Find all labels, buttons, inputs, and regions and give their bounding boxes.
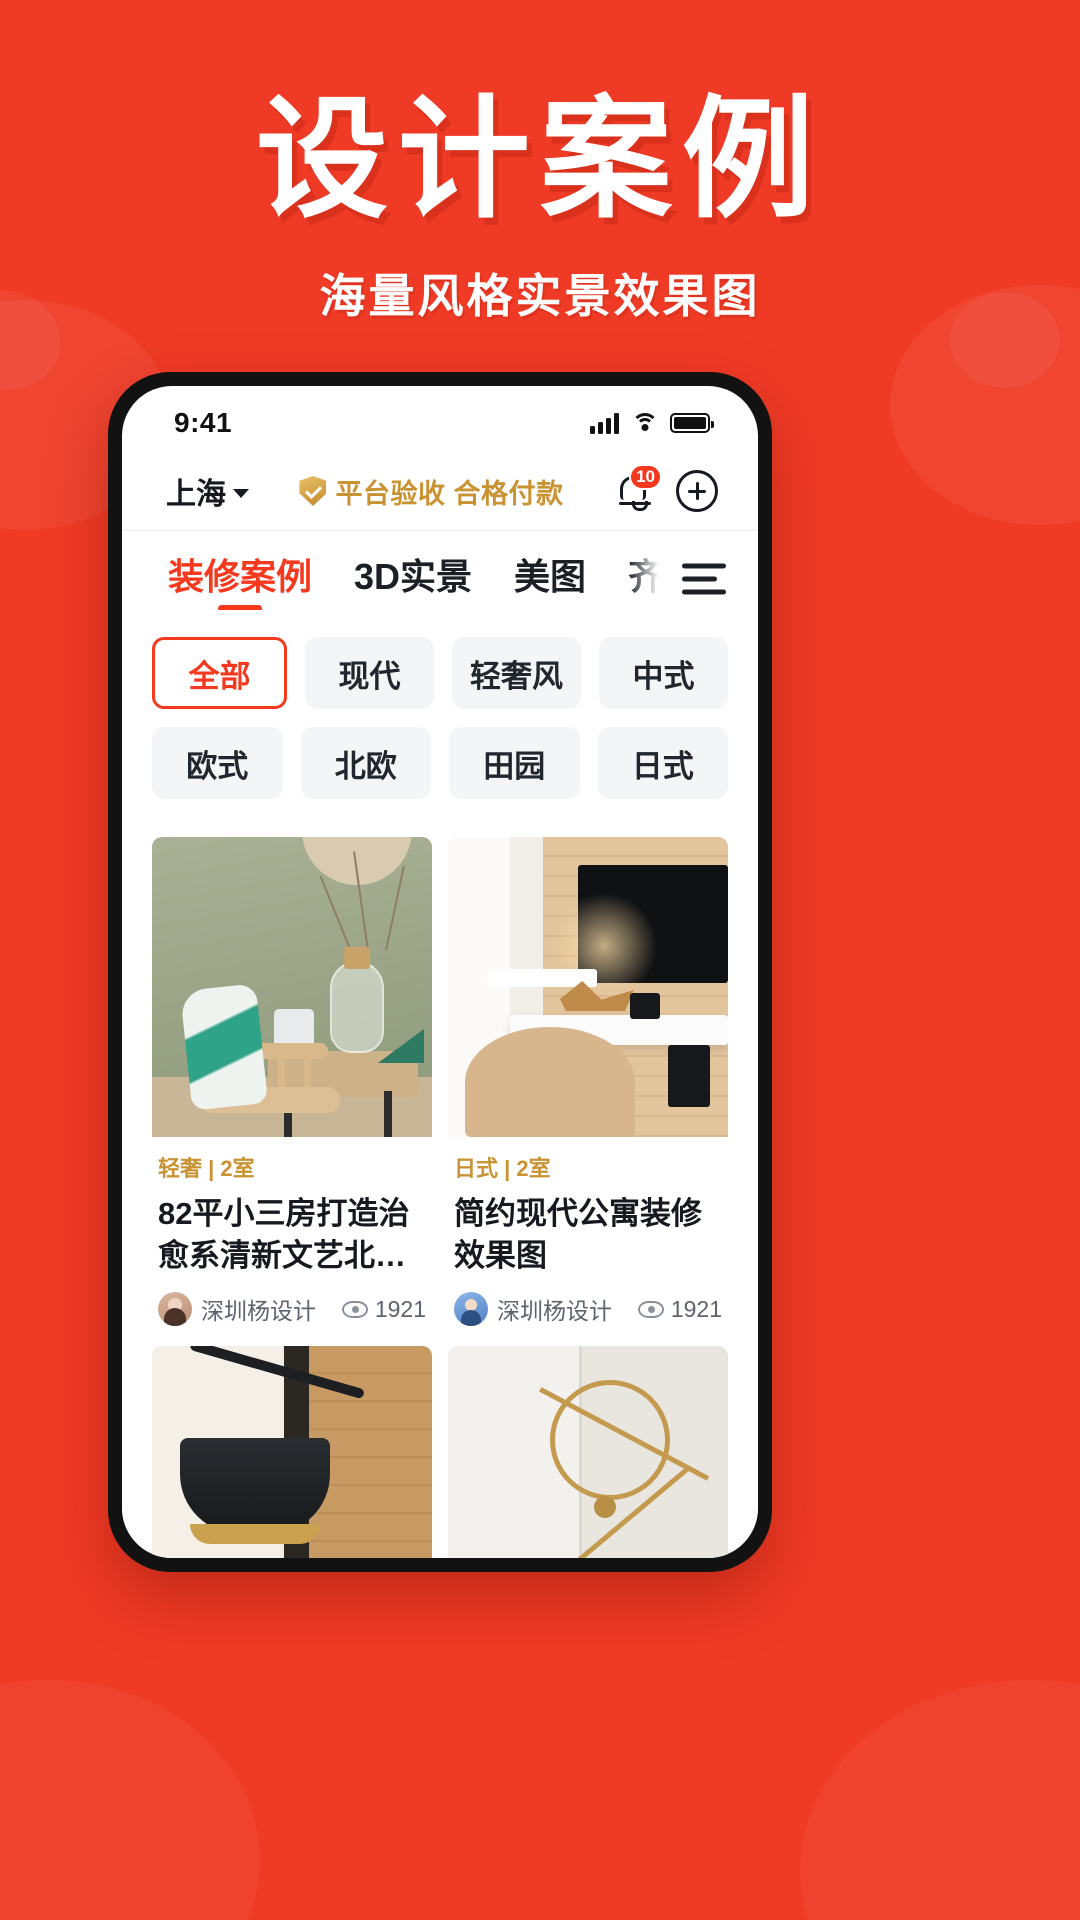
author-avatar xyxy=(454,1292,488,1327)
case-info: 轻奢 | 2室 82平小三房打造治愈系清新文艺北欧风 深圳杨设计 1921 xyxy=(152,1137,432,1330)
eye-icon xyxy=(341,1300,368,1318)
case-grid: 轻奢 | 2室 82平小三房打造治愈系清新文艺北欧风 深圳杨设计 1921 xyxy=(122,833,758,1558)
decorative-blob-bottom-left xyxy=(0,1680,260,1920)
filter-chip-european[interactable]: 欧式 xyxy=(152,727,283,799)
phone-mockup: 9:41 上海 平台验收 合格付款 10 装修案例 3D实景 美图 全部 现代 … xyxy=(108,372,772,1572)
author-avatar xyxy=(158,1292,192,1327)
wood-tv-wall-room-photo xyxy=(448,837,728,1137)
add-button[interactable] xyxy=(676,470,718,512)
filter-chip-light-luxury[interactable]: 轻奢风 xyxy=(452,637,581,709)
case-meta: 日式 | 2室 xyxy=(454,1156,551,1181)
case-card[interactable]: 日式 | 2室 简约现代公寓装修效果图 深圳杨设计 1921 xyxy=(448,837,728,1331)
page-subtitle: 海量风格实景效果图 xyxy=(319,269,761,322)
city-label: 上海 xyxy=(166,478,226,511)
sage-green-living-room-photo xyxy=(152,837,432,1137)
view-count: 1921 xyxy=(637,1295,722,1323)
battery-icon xyxy=(670,413,714,433)
view-count-value: 1921 xyxy=(670,1295,722,1322)
status-icons xyxy=(590,412,714,434)
author-name: 深圳杨设计 xyxy=(497,1298,612,1325)
tab-3d-scene[interactable]: 3D实景 xyxy=(354,548,472,610)
tab-scroll-fade xyxy=(628,531,672,627)
chevron-down-icon xyxy=(233,488,249,498)
filter-chip-japanese[interactable]: 日式 xyxy=(597,727,728,799)
shield-check-icon xyxy=(299,476,327,506)
app-header: 上海 平台验收 合格付款 10 xyxy=(122,452,758,530)
case-thumbnail[interactable] xyxy=(152,1346,432,1558)
case-card[interactable] xyxy=(152,1346,432,1558)
poster-header: 设计案例 海量风格实景效果图 xyxy=(0,0,1080,326)
phone-screen: 9:41 上海 平台验收 合格付款 10 装修案例 3D实景 美图 全部 现代 … xyxy=(122,386,758,1558)
status-time: 9:41 xyxy=(174,407,233,438)
mirror-gold-decor-photo xyxy=(448,1346,728,1558)
notification-badge: 10 xyxy=(629,464,662,490)
view-count: 1921 xyxy=(341,1295,426,1323)
tab-decoration-cases[interactable]: 装修案例 xyxy=(168,548,312,610)
view-count-value: 1921 xyxy=(374,1295,426,1322)
case-title: 简约现代公寓装修效果图 xyxy=(454,1196,702,1273)
status-bar: 9:41 xyxy=(122,386,758,452)
case-meta: 轻奢 | 2室 xyxy=(158,1156,255,1181)
city-selector[interactable]: 上海 xyxy=(166,469,249,513)
case-info: 日式 | 2室 简约现代公寓装修效果图 深圳杨设计 1921 xyxy=(448,1137,728,1330)
filter-chip-all[interactable]: 全部 xyxy=(152,637,287,709)
case-card[interactable] xyxy=(448,1346,728,1558)
eye-icon xyxy=(637,1300,664,1318)
cellular-signal-icon xyxy=(590,412,619,434)
author-name: 深圳杨设计 xyxy=(201,1298,316,1325)
filter-chip-nordic[interactable]: 北欧 xyxy=(300,727,431,799)
tab-gallery[interactable]: 美图 xyxy=(514,548,586,610)
page-title: 设计案例 xyxy=(256,86,824,233)
case-footer: 深圳杨设计 1921 xyxy=(158,1292,426,1327)
case-thumbnail[interactable] xyxy=(448,1346,728,1558)
hamburger-menu-icon[interactable] xyxy=(682,563,726,595)
decorative-blob-bottom-right xyxy=(800,1680,1080,1920)
platform-verify-banner: 平台验收 合格付款 xyxy=(259,472,604,511)
style-filters: 全部 现代 轻奢风 中式 欧式 北欧 田园 日式 xyxy=(122,627,758,833)
header-actions: 10 xyxy=(614,464,718,512)
wifi-icon xyxy=(631,413,658,433)
black-lamp-wood-door-photo xyxy=(152,1346,432,1558)
case-card[interactable]: 轻奢 | 2室 82平小三房打造治愈系清新文艺北欧风 深圳杨设计 1921 xyxy=(152,837,432,1331)
notifications-button[interactable]: 10 xyxy=(614,464,662,512)
case-thumbnail[interactable] xyxy=(448,837,728,1137)
filter-chip-chinese[interactable]: 中式 xyxy=(599,637,728,709)
filter-row-1: 全部 现代 轻奢风 中式 xyxy=(152,637,728,709)
case-thumbnail[interactable] xyxy=(152,837,432,1137)
filter-chip-pastoral[interactable]: 田园 xyxy=(449,727,580,799)
verify-label: 平台验收 合格付款 xyxy=(335,478,564,509)
case-footer: 深圳杨设计 1921 xyxy=(454,1292,722,1327)
filter-chip-modern[interactable]: 现代 xyxy=(305,637,434,709)
case-title: 82平小三房打造治愈系清新文艺北欧风 xyxy=(158,1196,410,1273)
filter-row-2: 欧式 北欧 田园 日式 xyxy=(152,727,728,799)
tab-bar: 装修案例 3D实景 美图 齐 xyxy=(122,531,758,627)
